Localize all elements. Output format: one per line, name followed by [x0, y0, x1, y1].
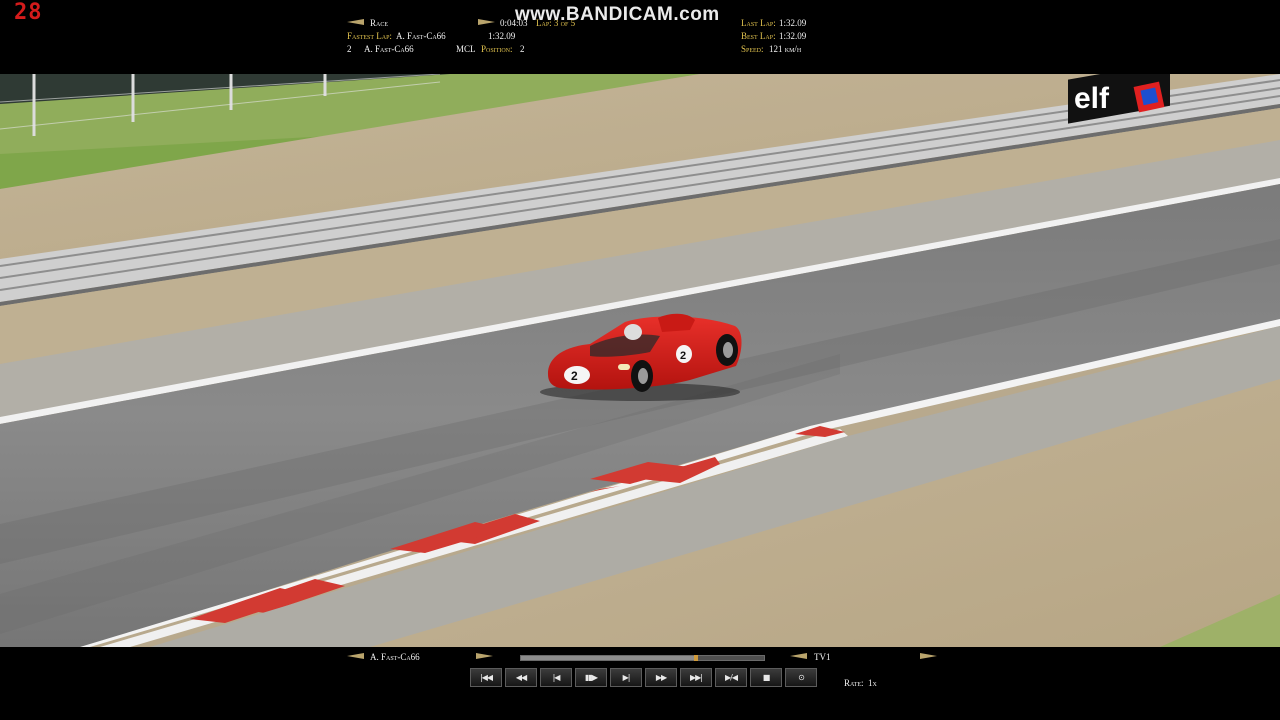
prev-camera-arrow-icon[interactable]	[790, 653, 807, 659]
best-lap-label: Best Lap:	[741, 31, 776, 41]
step-forward-button[interactable]: ▶|	[610, 668, 642, 687]
best-lap-time: 1:32.09	[779, 31, 807, 41]
rewind-button[interactable]: ◀◀	[505, 668, 537, 687]
team-code: MCL	[456, 44, 476, 54]
driver-name: A. Fast-Ca66	[364, 44, 414, 54]
rate-label: Rate:	[844, 678, 864, 688]
next-driver-arrow-icon[interactable]	[476, 653, 493, 659]
record-icon: ⊙	[798, 673, 805, 682]
car-number-side: 2	[680, 350, 686, 362]
fastest-lap-label: Fastest Lap:	[347, 31, 392, 41]
skip-to-start-button[interactable]: |◀◀	[470, 668, 502, 687]
session-next-arrow-icon[interactable]	[478, 19, 495, 25]
track-scene: elf 2 2	[0, 74, 1280, 647]
replay-timeline[interactable]	[520, 655, 765, 661]
replay-timeline-fill	[521, 656, 696, 660]
prev-driver-arrow-icon[interactable]	[347, 653, 364, 659]
pause-button[interactable]: ▮▮▶	[575, 668, 607, 687]
position-label: Position:	[481, 44, 513, 54]
roll-hoop-cover	[658, 313, 695, 332]
pause-icon: ▮▮▶	[585, 673, 598, 682]
step-forward-icon: ▶|	[622, 673, 631, 682]
last-lap-label: Last Lap:	[741, 18, 776, 28]
skip-to-end-icon: ▶▶|	[690, 673, 703, 682]
recorder-watermark: www.BANDICAM.com	[515, 4, 720, 25]
headlight	[618, 364, 630, 370]
rewind-icon: ◀◀	[515, 673, 527, 682]
fast-forward-button[interactable]: ▶▶	[645, 668, 677, 687]
top-hud-bar: 28 Race 0:04:03 Lap: 3 of 5 Fastest Lap:…	[0, 0, 1280, 74]
driver-number: 2	[347, 44, 352, 54]
race-viewport: elf 2 2	[0, 74, 1280, 647]
session-prev-arrow-icon[interactable]	[347, 19, 364, 25]
skip-to-start-icon: |◀◀	[480, 673, 493, 682]
skip-to-end-button[interactable]: ▶▶|	[680, 668, 712, 687]
fastest-lap-time: 1:32.09	[488, 31, 516, 41]
stop-button[interactable]: ■	[750, 668, 782, 687]
sponsor-logo-text: elf	[1074, 82, 1110, 115]
speed-value: 121 km/h	[769, 44, 802, 54]
rate-value: 1x	[868, 678, 877, 688]
stop-icon: ■	[762, 673, 771, 682]
last-lap-time: 1:32.09	[779, 18, 807, 28]
frame-step-button[interactable]: ▶/◀	[715, 668, 747, 687]
fast-forward-icon: ▶▶	[655, 673, 667, 682]
frame-step-icon: ▶/◀	[725, 673, 738, 682]
driver-helmet	[624, 324, 642, 340]
position-value: 2	[520, 44, 525, 54]
step-back-button[interactable]: |◀	[540, 668, 572, 687]
replay-timeline-handle[interactable]	[693, 655, 698, 661]
record-button[interactable]: ⊙	[785, 668, 817, 687]
replay-buttons: |◀◀ ◀◀ |◀ ▮▮▶ ▶| ▶▶ ▶▶| ▶/◀ ■ ⊙	[470, 668, 817, 688]
next-camera-arrow-icon[interactable]	[920, 653, 937, 659]
car-number-front: 2	[571, 369, 578, 383]
step-back-icon: |◀	[552, 673, 561, 682]
fastest-lap-driver: A. Fast-Ca66	[396, 31, 446, 41]
fps-counter: 28	[14, 0, 43, 25]
replay-driver-name: A. Fast-Ca66	[370, 652, 420, 662]
speed-label: Speed:	[741, 44, 764, 54]
session-label: Race	[370, 18, 389, 28]
camera-name: TV1	[814, 652, 831, 662]
